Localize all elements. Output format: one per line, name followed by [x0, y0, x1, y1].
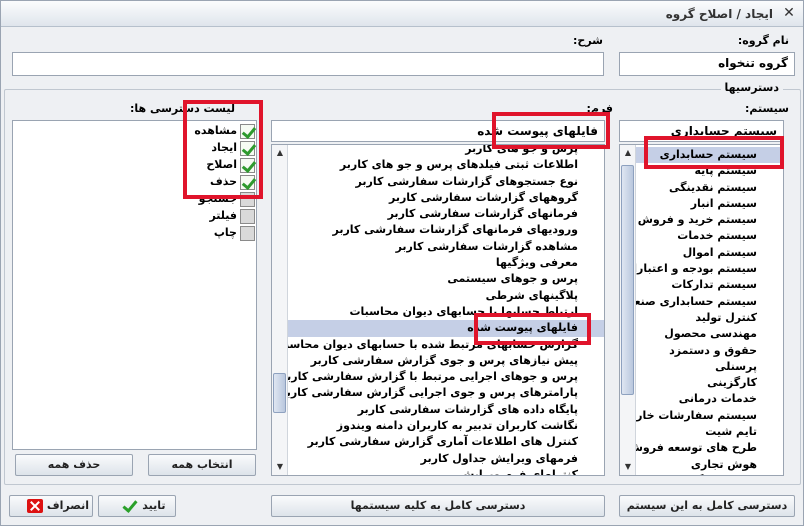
- confirm-button[interactable]: تایید: [98, 495, 176, 517]
- scroll-up-icon[interactable]: ▲: [272, 145, 288, 161]
- form-list-item[interactable]: کنترل های اطلاعات آماری گزارش سفارشی کار…: [272, 434, 604, 450]
- form-list-item[interactable]: پرس و جو های کاربر: [272, 145, 604, 157]
- permission-row[interactable]: ایجاد: [175, 140, 255, 158]
- forms-scrollbar[interactable]: ▲ ▼: [272, 145, 288, 475]
- scrollbar-thumb[interactable]: [273, 373, 286, 413]
- form-list-item[interactable]: نوع جستجوهای گزارشات سفارشی کاربر: [272, 174, 604, 190]
- full-access-all-systems-button[interactable]: دسترسی کامل به کلیه سیستمها: [271, 495, 605, 517]
- group-name-input[interactable]: گروه تنخواه: [619, 52, 795, 76]
- permission-label: اصلاح: [206, 158, 237, 171]
- form-list-item[interactable]: پرس و جوهای سیستمی: [272, 271, 604, 287]
- form-combo[interactable]: فایلهای پیوست شده: [271, 120, 605, 142]
- system-list-item[interactable]: سیستم حسابداری صنعتی: [620, 294, 783, 310]
- form-label: فرم:: [586, 102, 613, 115]
- form-list-item[interactable]: پلاگینهای شرطی: [272, 288, 604, 304]
- deselect-all-button[interactable]: حذف همه: [15, 454, 133, 476]
- system-list-item[interactable]: مهندسی محصول: [620, 326, 783, 342]
- access-group-title: دسترسیها: [720, 81, 783, 94]
- form-list-item[interactable]: گزارش حسابهای مرتبط شده با حسابهای دیوان…: [272, 337, 604, 353]
- permissions-list: مشاهده ایجاد اصلاح حذف جستجو فیلتر چاپ: [12, 120, 257, 450]
- system-list-item[interactable]: سیستم خدمات: [620, 228, 783, 244]
- permission-label: ایجاد: [211, 141, 237, 154]
- system-list-item[interactable]: سیستم سفارشات خارجی: [620, 408, 783, 424]
- system-list-item[interactable]: کارتابل و گردش کار: [620, 473, 783, 475]
- form-list-item[interactable]: پیش نیازهای پرس و جوی گزارش سفارشی کاربر: [272, 353, 604, 369]
- form-list-item[interactable]: گروههای گزارشات سفارشی کاربر: [272, 190, 604, 206]
- description-label: شرح:: [573, 34, 603, 47]
- form-list-item[interactable]: فایلهای پیوست شده: [272, 320, 604, 337]
- permissions-label: لیست دسترسی ها:: [129, 102, 235, 115]
- system-list-item[interactable]: سیستم پایه: [620, 163, 783, 179]
- system-list-item[interactable]: سیستم حسابداری: [620, 147, 783, 164]
- scroll-up-icon[interactable]: ▲: [620, 145, 636, 161]
- cancel-x-icon: [27, 499, 43, 513]
- scroll-down-icon[interactable]: ▼: [620, 459, 636, 475]
- group-name-label: نام گروه:: [737, 34, 789, 47]
- system-list-item[interactable]: سیستم بودجه و اعتبارات: [620, 261, 783, 277]
- forms-list: ▲ ▼ پرس و جو های کاربر اطلاعات ثبتی فیلده…: [271, 144, 605, 476]
- permission-checkbox[interactable]: [240, 141, 255, 156]
- scroll-down-icon[interactable]: ▼: [272, 459, 288, 475]
- permission-checkbox[interactable]: [240, 158, 255, 173]
- form-list-item[interactable]: معرفی ویژگیها: [272, 255, 604, 271]
- title-bar: ✕ ایجاد / اصلاح گروه: [1, 1, 803, 27]
- form-list-item[interactable]: مشاهده گزارشات سفارشی کاربر: [272, 239, 604, 255]
- system-list-item[interactable]: خدمات درمانی: [620, 391, 783, 407]
- system-list-item[interactable]: تایم شیت: [620, 424, 783, 440]
- scrollbar-thumb[interactable]: [621, 165, 634, 395]
- permission-checkbox[interactable]: [240, 124, 255, 139]
- system-list-item[interactable]: سیستم تدارکات: [620, 277, 783, 293]
- system-combo[interactable]: سیستم حسابداری: [619, 120, 784, 142]
- permission-row[interactable]: چاپ: [175, 225, 255, 243]
- permission-row[interactable]: فیلتر: [175, 208, 255, 226]
- system-list-item[interactable]: سیستم اموال: [620, 245, 783, 261]
- form-list-item[interactable]: نگاشت کاربران تدبیر به کاربران دامنه وین…: [272, 418, 604, 434]
- system-list-item[interactable]: سیستم انبار: [620, 196, 783, 212]
- confirm-label: تایید: [142, 499, 166, 512]
- permission-checkbox[interactable]: [240, 209, 255, 224]
- system-list-item[interactable]: سیستم خرید و فروش: [620, 212, 783, 228]
- cancel-button[interactable]: انصراف: [9, 495, 93, 517]
- form-list-item[interactable]: ورودیهای فرمانهای گزارشات سفارشی کاربر: [272, 222, 604, 238]
- form-list-item[interactable]: فرمانهای گزارشات سفارشی کاربر: [272, 206, 604, 222]
- systems-list: ▲ ▼ سیستم حسابداری سیستم پایه سیستم نقدینگ…: [619, 144, 784, 476]
- form-list-item[interactable]: پرس و جوهای اجرایی مرتبط با گزارش سفارشی…: [272, 369, 604, 385]
- group-edit-dialog: ✕ ایجاد / اصلاح گروه نام گروه: شرح: گروه…: [0, 0, 804, 526]
- permission-row[interactable]: مشاهده: [175, 123, 255, 141]
- permission-label: مشاهده: [194, 124, 237, 137]
- form-list-item[interactable]: کنترلهای فرم ویرایش: [272, 467, 604, 475]
- system-list-item[interactable]: کارگزینی: [620, 375, 783, 391]
- systems-scrollbar[interactable]: ▲ ▼: [620, 145, 636, 475]
- window-title: ایجاد / اصلاح گروه: [665, 7, 773, 21]
- close-icon[interactable]: ✕: [781, 5, 797, 21]
- permission-checkbox[interactable]: [240, 226, 255, 241]
- permission-label: چاپ: [213, 226, 237, 239]
- permission-checkbox[interactable]: [240, 175, 255, 190]
- permission-row[interactable]: اصلاح: [175, 157, 255, 175]
- permission-label: حذف: [209, 175, 237, 188]
- checkmark-icon: [122, 499, 138, 513]
- form-list-item[interactable]: پایگاه داده های گزارشات سفارشی کاربر: [272, 402, 604, 418]
- form-list-item[interactable]: ارتباط حسابها با حسابهای دیوان محاسبات: [272, 304, 604, 320]
- system-list-item[interactable]: طرح های توسعه فروش: [620, 440, 783, 456]
- description-input[interactable]: [12, 52, 604, 76]
- form-list-item[interactable]: اطلاعات ثبتی فیلدهای پرس و جو های کاربر: [272, 157, 604, 173]
- system-list-item[interactable]: حقوق و دستمزد: [620, 343, 783, 359]
- cancel-label: انصراف: [46, 499, 89, 512]
- permission-label: فیلتر: [209, 209, 237, 222]
- select-all-button[interactable]: انتخاب همه: [148, 454, 256, 476]
- permission-row[interactable]: حذف: [175, 174, 255, 192]
- system-label: سیستم:: [744, 102, 789, 115]
- system-list-item[interactable]: کنترل تولید: [620, 310, 783, 326]
- form-list-item[interactable]: پارامترهای پرس و جوی اجرایی گزارش سفارشی…: [272, 385, 604, 401]
- system-list-item[interactable]: سیستم نقدینگی: [620, 180, 783, 196]
- permission-row[interactable]: جستجو: [175, 191, 255, 209]
- system-list-item[interactable]: پرسنلی: [620, 359, 783, 375]
- system-list-item[interactable]: هوش تجاری: [620, 457, 783, 473]
- permission-label: جستجو: [198, 192, 237, 205]
- form-list-item[interactable]: فرمهای ویرایش جداول کاربر: [272, 451, 604, 467]
- full-access-system-button[interactable]: دسترسی کامل به این سیستم: [619, 495, 795, 517]
- permission-checkbox[interactable]: [240, 192, 255, 207]
